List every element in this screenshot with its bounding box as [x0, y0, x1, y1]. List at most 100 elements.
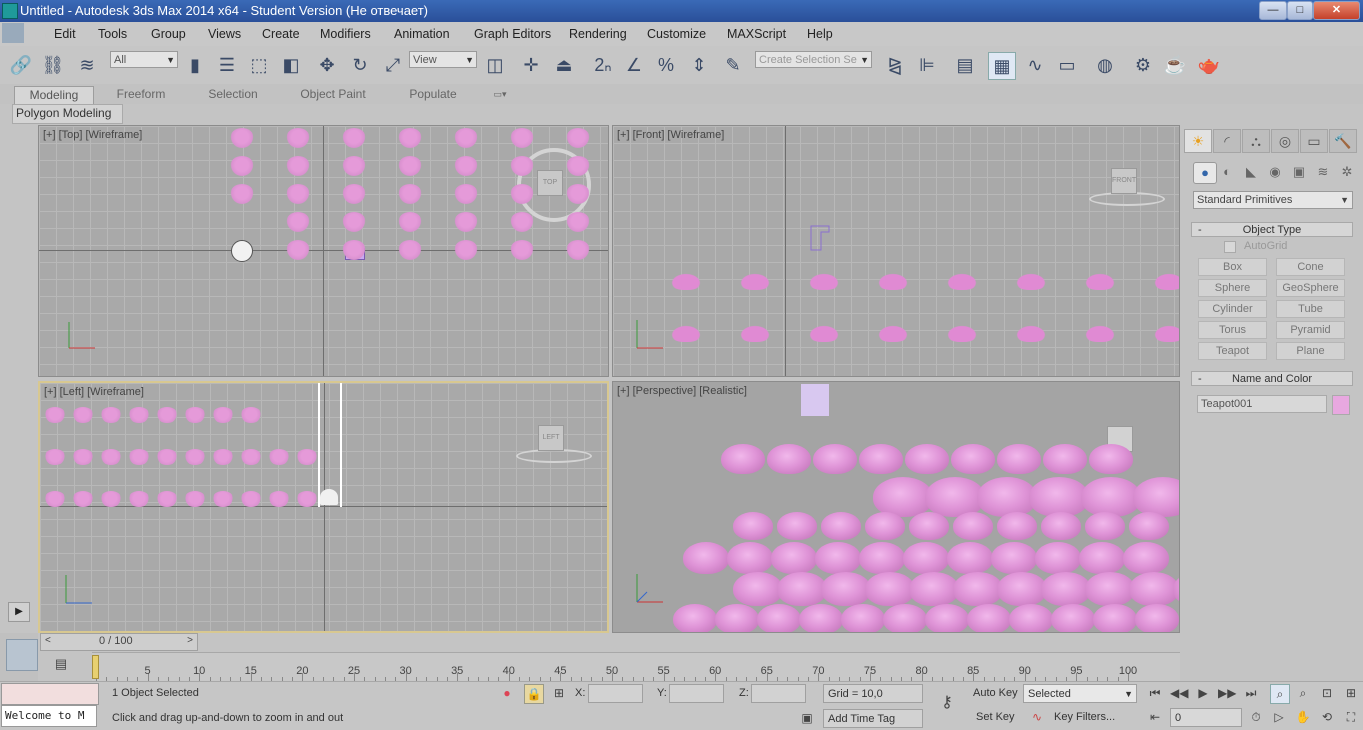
tab-modeling[interactable]: Modeling — [14, 86, 94, 105]
systems-icon[interactable]: ✲ — [1336, 162, 1358, 182]
geometry-icon[interactable]: ● — [1193, 162, 1217, 184]
spacewarps-icon[interactable]: ≋ — [1312, 162, 1334, 182]
teapot-instance[interactable] — [1083, 324, 1117, 342]
teapot-instance[interactable] — [1129, 512, 1169, 540]
teapot-instance[interactable] — [212, 491, 234, 507]
hierarchy-tab[interactable]: ⛬ — [1242, 129, 1270, 153]
teapot-instance[interactable] — [733, 572, 783, 606]
teapot-instance[interactable] — [296, 491, 318, 507]
viewport-left[interactable]: [+] [Left] [Wireframe] LEFT — [38, 381, 609, 633]
goto-start-icon[interactable]: ⏮ — [1146, 684, 1164, 702]
scale-icon[interactable]: ⤢ — [380, 52, 406, 78]
teapot-instance[interactable] — [799, 604, 843, 632]
teapot-instance[interactable] — [268, 491, 290, 507]
auto-key-button[interactable]: Auto Key — [973, 687, 1018, 699]
teapot-instance[interactable] — [905, 444, 949, 474]
teapot-instance[interactable] — [733, 512, 773, 540]
orbit-icon[interactable]: ⟲ — [1318, 708, 1336, 726]
tab-object-paint[interactable]: Object Paint — [290, 86, 376, 103]
lights-icon[interactable]: ◣ — [1240, 162, 1262, 182]
expand-arrow-icon[interactable]: ▶ — [8, 602, 30, 622]
teapot-instance[interactable] — [72, 491, 94, 507]
teapot-instance[interactable] — [342, 212, 366, 232]
menu-create[interactable]: Create — [262, 27, 300, 41]
teapot-instance[interactable] — [977, 477, 1037, 517]
snap-2d-icon[interactable]: 2ₙ — [590, 52, 616, 78]
torus-button[interactable]: Torus — [1198, 321, 1267, 339]
menu-animation[interactable]: Animation — [394, 27, 450, 41]
maximize-button[interactable]: □ — [1287, 1, 1313, 20]
render-icon[interactable]: 🫖 — [1196, 52, 1222, 78]
viewcube-top[interactable]: TOP — [537, 170, 563, 196]
teapot-instance[interactable] — [510, 240, 534, 260]
teapot-instance[interactable] — [1129, 572, 1179, 606]
teapot-instance[interactable] — [821, 512, 861, 540]
teapot-instance[interactable] — [212, 449, 234, 465]
teapot-instance[interactable] — [510, 184, 534, 204]
display-tab[interactable]: ▭ — [1300, 129, 1328, 153]
spinner-snap-icon[interactable]: ⇕ — [686, 52, 712, 78]
teapot-instance[interactable] — [566, 156, 590, 176]
teapot-instance[interactable] — [1014, 324, 1048, 342]
teapot-instance[interactable] — [771, 542, 817, 574]
teapot-instance[interactable] — [286, 184, 310, 204]
teapot-instance[interactable] — [44, 491, 66, 507]
teapot-instance[interactable] — [566, 184, 590, 204]
app-logo-icon[interactable] — [2, 23, 24, 43]
menu-group[interactable]: Group — [151, 27, 186, 41]
cone-button[interactable]: Cone — [1276, 258, 1345, 276]
menu-views[interactable]: Views — [208, 27, 241, 41]
teapot-instance[interactable] — [953, 572, 1003, 606]
teapot-instance[interactable] — [1173, 572, 1179, 606]
teapot-instance[interactable] — [454, 212, 478, 232]
teapot-instance[interactable] — [342, 156, 366, 176]
teapot-instance[interactable] — [454, 240, 478, 260]
rect-selection-icon[interactable]: ⬚ — [246, 52, 272, 78]
teapot-instance[interactable] — [128, 449, 150, 465]
teapot-instance[interactable] — [1085, 512, 1125, 540]
add-time-tag-button[interactable]: Add Time Tag — [823, 709, 923, 728]
shapes-icon[interactable]: ◐ — [1216, 162, 1238, 182]
teapot-instance[interactable] — [673, 604, 717, 632]
teapot-instance[interactable] — [230, 128, 254, 148]
teapot-instance[interactable] — [566, 240, 590, 260]
goto-end-icon[interactable]: ⏭ — [1242, 684, 1260, 702]
current-frame-field[interactable]: 0 — [1170, 708, 1242, 727]
menu-help[interactable]: Help — [807, 27, 833, 41]
curve-editor-icon[interactable]: ∿ — [1022, 52, 1048, 78]
rendered-frame-icon[interactable]: ☕ — [1162, 52, 1188, 78]
render-setup-icon[interactable]: ⚙ — [1130, 52, 1156, 78]
next-frame-icon[interactable]: ▶▶ — [1218, 684, 1236, 702]
zoom-icon[interactable]: ⌕ — [1270, 684, 1290, 704]
teapot-instance[interactable] — [286, 240, 310, 260]
teapot-instance[interactable] — [398, 156, 422, 176]
teapot-instance[interactable] — [1014, 272, 1048, 290]
zoom-extents-icon[interactable]: ⊡ — [1318, 684, 1336, 702]
selected-teapot[interactable] — [320, 489, 338, 505]
schematic-view-icon[interactable]: ▭ — [1054, 52, 1080, 78]
teapot-instance[interactable] — [903, 542, 949, 574]
helpers-icon[interactable]: ▣ — [1288, 162, 1310, 182]
viewport-front-label[interactable]: [+] [Front] [Wireframe] — [617, 129, 724, 141]
tab-populate[interactable]: Populate — [398, 86, 468, 103]
teapot-instance[interactable] — [398, 128, 422, 148]
teapot-instance[interactable] — [286, 156, 310, 176]
teapot-instance[interactable] — [286, 128, 310, 148]
polygon-modeling-panel[interactable]: Polygon Modeling — [12, 104, 123, 124]
play-icon[interactable]: ▶ — [1194, 684, 1212, 702]
viewport-top-label[interactable]: [+] [Top] [Wireframe] — [43, 129, 142, 141]
teapot-instance[interactable] — [951, 444, 995, 474]
teapot-instance[interactable] — [669, 324, 703, 342]
selected-object-outline[interactable] — [809, 224, 833, 254]
teapot-instance[interactable] — [72, 449, 94, 465]
teapot-instance[interactable] — [100, 449, 122, 465]
rotate-icon[interactable]: ↻ — [347, 52, 373, 78]
teapot-instance[interactable] — [1093, 604, 1137, 632]
teapot-instance[interactable] — [865, 572, 915, 606]
layer-manager-icon[interactable]: ▤ — [952, 52, 978, 78]
teapot-instance[interactable] — [156, 491, 178, 507]
unlink-icon[interactable]: ⛓ — [40, 52, 66, 78]
set-key-mode-icon[interactable]: ⚷ — [932, 694, 962, 712]
viewport-top[interactable]: [+] [Top] [Wireframe] TOP — [38, 125, 609, 377]
select-by-name-icon[interactable]: ☰ — [214, 52, 240, 78]
